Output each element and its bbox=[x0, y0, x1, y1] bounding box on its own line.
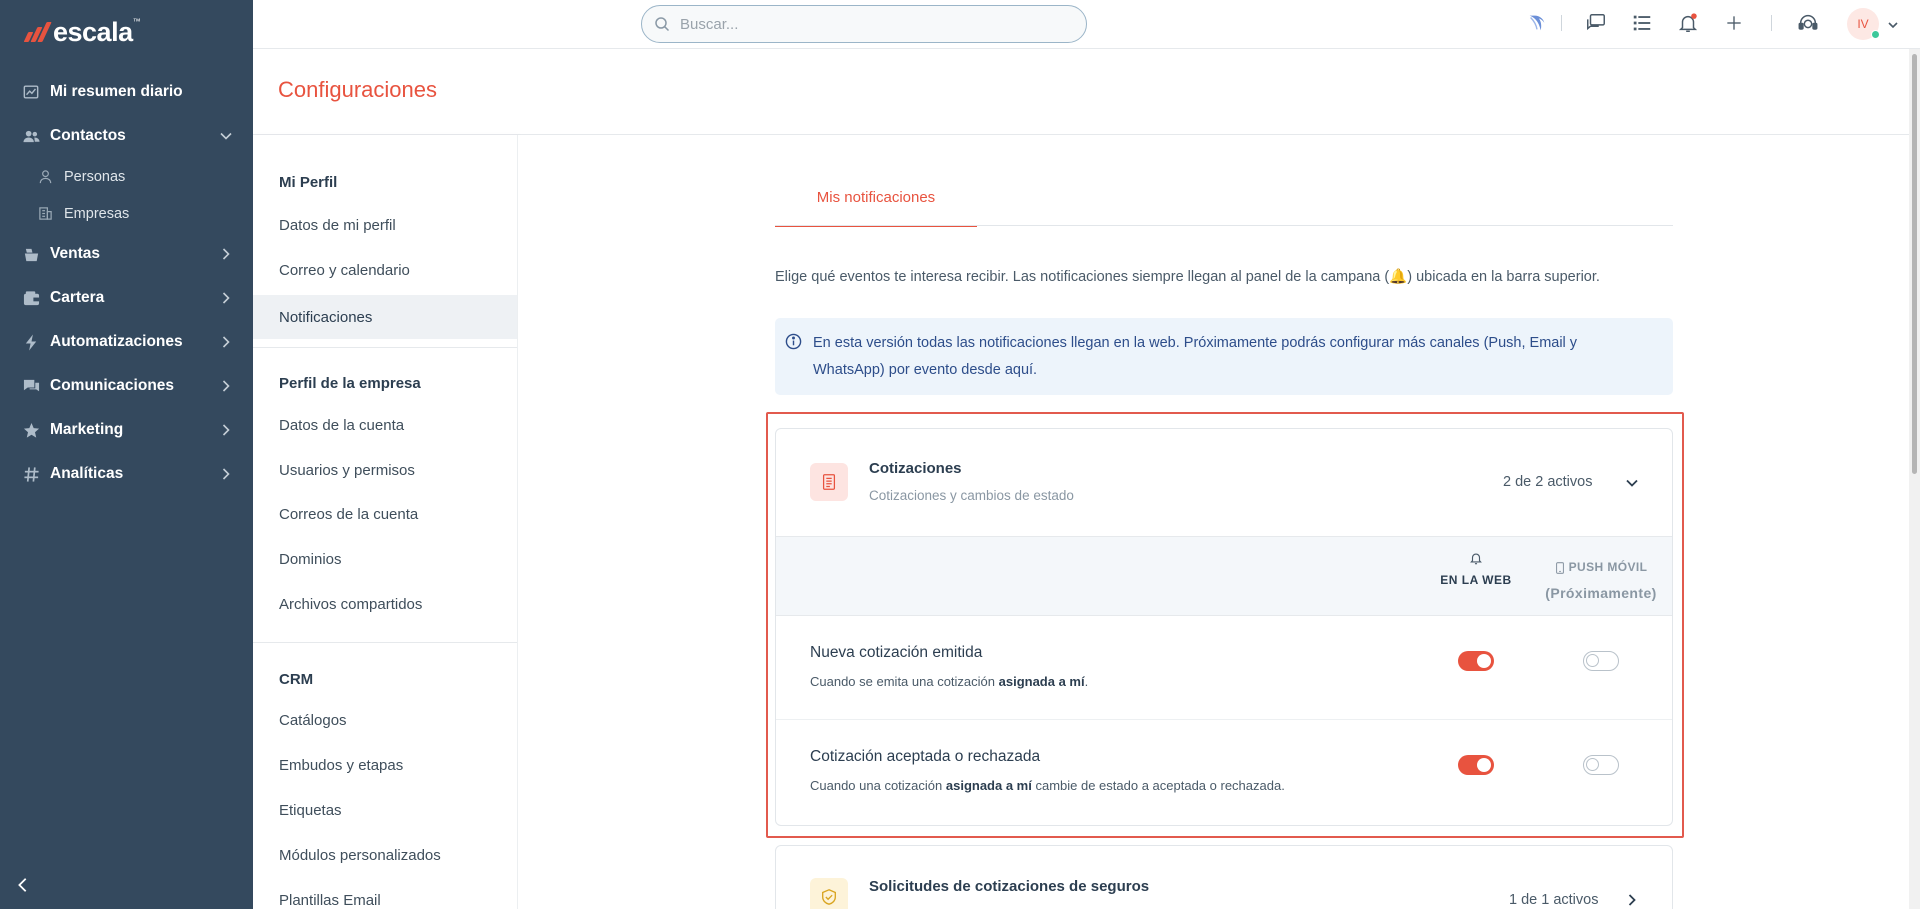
toolbar-separator bbox=[1561, 15, 1562, 31]
chat-bubbles-icon bbox=[22, 377, 40, 395]
group-active-count: 1 de 1 activos bbox=[1509, 892, 1599, 908]
chevron-right-icon bbox=[219, 247, 233, 261]
nav-subitem-empresas[interactable]: Empresas bbox=[0, 195, 253, 232]
info-banner: En esta versión todas las notificaciones… bbox=[775, 318, 1673, 395]
chevron-down-icon[interactable] bbox=[1624, 475, 1640, 491]
nav-item-cartera[interactable]: Cartera bbox=[0, 276, 253, 320]
subnav-heading-mi-perfil: Mi Perfil bbox=[279, 174, 338, 191]
chevron-right-icon[interactable] bbox=[1624, 892, 1640, 908]
subnav-item-notificaciones[interactable]: Notificaciones bbox=[253, 295, 517, 339]
channel-header: EN LA WEB PUSH MÓVIL (Próximamente) bbox=[776, 536, 1672, 616]
group-title: Cotizaciones bbox=[869, 460, 962, 477]
settings-subnav: Mi Perfil Datos de mi perfil Correo y ca… bbox=[253, 135, 518, 909]
nav-item-resumen[interactable]: Mi resumen diario bbox=[0, 70, 253, 114]
task-list-icon[interactable] bbox=[1630, 11, 1654, 35]
top-bar: IV bbox=[253, 0, 1920, 49]
subnav-item-modulos-personalizados[interactable]: Módulos personalizados bbox=[253, 833, 517, 877]
notification-group-seguros[interactable]: Solicitudes de cotizaciones de seguros 1… bbox=[775, 845, 1673, 909]
push-toggle[interactable] bbox=[1583, 755, 1619, 775]
tab-divider bbox=[775, 225, 1673, 226]
main-nav: Mi resumen diario Contactos Personas Emp… bbox=[0, 70, 253, 496]
chart-line-icon bbox=[22, 83, 40, 101]
support-headset-icon[interactable] bbox=[1796, 11, 1820, 35]
chevron-right-icon bbox=[219, 335, 233, 349]
group-subtitle: Cotizaciones y cambios de estado bbox=[869, 488, 1074, 503]
collapse-sidebar-icon[interactable] bbox=[14, 876, 34, 896]
group-active-count: 2 de 2 activos bbox=[1503, 474, 1593, 490]
person-icon bbox=[38, 169, 54, 185]
chat-icon[interactable] bbox=[1584, 11, 1608, 35]
nav-item-automatizaciones[interactable]: Automatizaciones bbox=[0, 320, 253, 364]
online-status-dot bbox=[1871, 30, 1880, 39]
subnav-heading-crm: CRM bbox=[279, 671, 314, 688]
subnav-item-catalogos[interactable]: Catálogos bbox=[253, 698, 517, 742]
hashtag-icon bbox=[22, 465, 40, 483]
page-title: Configuraciones bbox=[278, 77, 437, 102]
notification-bell-icon[interactable] bbox=[1676, 11, 1700, 35]
web-toggle[interactable] bbox=[1458, 755, 1494, 775]
chevron-down-icon[interactable] bbox=[1887, 18, 1899, 30]
subnav-divider bbox=[253, 347, 517, 348]
wallet-icon bbox=[22, 289, 40, 307]
nav-subitem-personas[interactable]: Personas bbox=[0, 158, 253, 195]
bell-icon bbox=[1470, 553, 1482, 565]
building-icon bbox=[38, 206, 54, 222]
info-banner-line-2: WhatsApp) por evento desde aquí. bbox=[813, 362, 1038, 378]
brand-name: escala™ bbox=[53, 16, 141, 47]
subnav-item-correos-cuenta[interactable]: Correos de la cuenta bbox=[253, 492, 517, 536]
subnav-item-plantillas-email[interactable]: Plantillas Email bbox=[253, 878, 517, 909]
push-toggle[interactable] bbox=[1583, 651, 1619, 671]
users-icon bbox=[22, 127, 40, 145]
brand-logo[interactable]: escala™ bbox=[23, 14, 141, 50]
search-input[interactable] bbox=[680, 15, 1086, 33]
bell-emoji-icon: 🔔 bbox=[1389, 269, 1408, 285]
notification-row: Nueva cotización emitida Cuando se emita… bbox=[776, 616, 1672, 720]
chevron-down-icon bbox=[219, 129, 233, 143]
scrollbar-thumb[interactable] bbox=[1912, 54, 1917, 474]
tab-mis-notificaciones[interactable]: Mis notificaciones bbox=[775, 170, 977, 227]
nav-item-comunicaciones[interactable]: Comunicaciones bbox=[0, 364, 253, 408]
notification-row: Cotización aceptada o rechazada Cuando u… bbox=[776, 720, 1672, 824]
search-icon bbox=[655, 17, 670, 32]
nav-item-contactos[interactable]: Contactos bbox=[0, 114, 253, 158]
mobile-phone-icon bbox=[1555, 561, 1564, 574]
web-toggle[interactable] bbox=[1458, 651, 1494, 671]
subnav-item-correo-calendario[interactable]: Correo y calendario bbox=[253, 248, 517, 292]
subnav-item-datos-perfil[interactable]: Datos de mi perfil bbox=[253, 203, 517, 247]
column-push: PUSH MÓVIL (Próximamente) bbox=[1545, 560, 1657, 601]
chevron-right-icon bbox=[219, 467, 233, 481]
logo-mark-icon bbox=[23, 22, 52, 42]
sidebar: escala™ Mi resumen diario Contactos Pers… bbox=[0, 0, 253, 909]
info-circle-icon bbox=[785, 333, 803, 351]
notification-group-cotizaciones: Cotizaciones Cotizaciones y cambios de e… bbox=[775, 428, 1673, 826]
subnav-item-etiquetas[interactable]: Etiquetas bbox=[253, 788, 517, 832]
info-banner-line-1: En esta versión todas las notificaciones… bbox=[813, 335, 1578, 351]
subnav-item-dominios[interactable]: Dominios bbox=[253, 537, 517, 581]
chevron-right-icon bbox=[219, 291, 233, 305]
subnav-item-datos-cuenta[interactable]: Datos de la cuenta bbox=[253, 403, 517, 447]
subnav-item-archivos-compartidos[interactable]: Archivos compartidos bbox=[253, 582, 517, 626]
subnav-item-usuarios-permisos[interactable]: Usuarios y permisos bbox=[253, 448, 517, 492]
search-box[interactable] bbox=[641, 5, 1087, 43]
nav-item-marketing[interactable]: Marketing bbox=[0, 408, 253, 452]
add-icon[interactable] bbox=[1722, 11, 1746, 35]
chevron-right-icon bbox=[219, 423, 233, 437]
subnav-heading-perfil-empresa: Perfil de la empresa bbox=[279, 375, 421, 392]
subnav-item-embudos-etapas[interactable]: Embudos y etapas bbox=[253, 743, 517, 787]
toolbar-separator bbox=[1771, 15, 1772, 31]
nav-item-analiticas[interactable]: Analíticas bbox=[0, 452, 253, 496]
intro-text: Elige qué eventos te interesa recibir. L… bbox=[775, 269, 1600, 285]
column-web: EN LA WEB bbox=[1416, 551, 1536, 587]
handshake-icon bbox=[22, 245, 40, 263]
shield-check-icon bbox=[810, 878, 848, 909]
chevron-right-icon bbox=[219, 379, 233, 393]
star-icon bbox=[22, 421, 40, 439]
subnav-divider bbox=[253, 642, 517, 643]
bird-logo-icon[interactable] bbox=[1525, 11, 1549, 35]
document-icon bbox=[810, 463, 848, 501]
lightning-icon bbox=[22, 333, 40, 351]
nav-item-ventas[interactable]: Ventas bbox=[0, 232, 253, 276]
group-title: Solicitudes de cotizaciones de seguros bbox=[869, 878, 1150, 895]
